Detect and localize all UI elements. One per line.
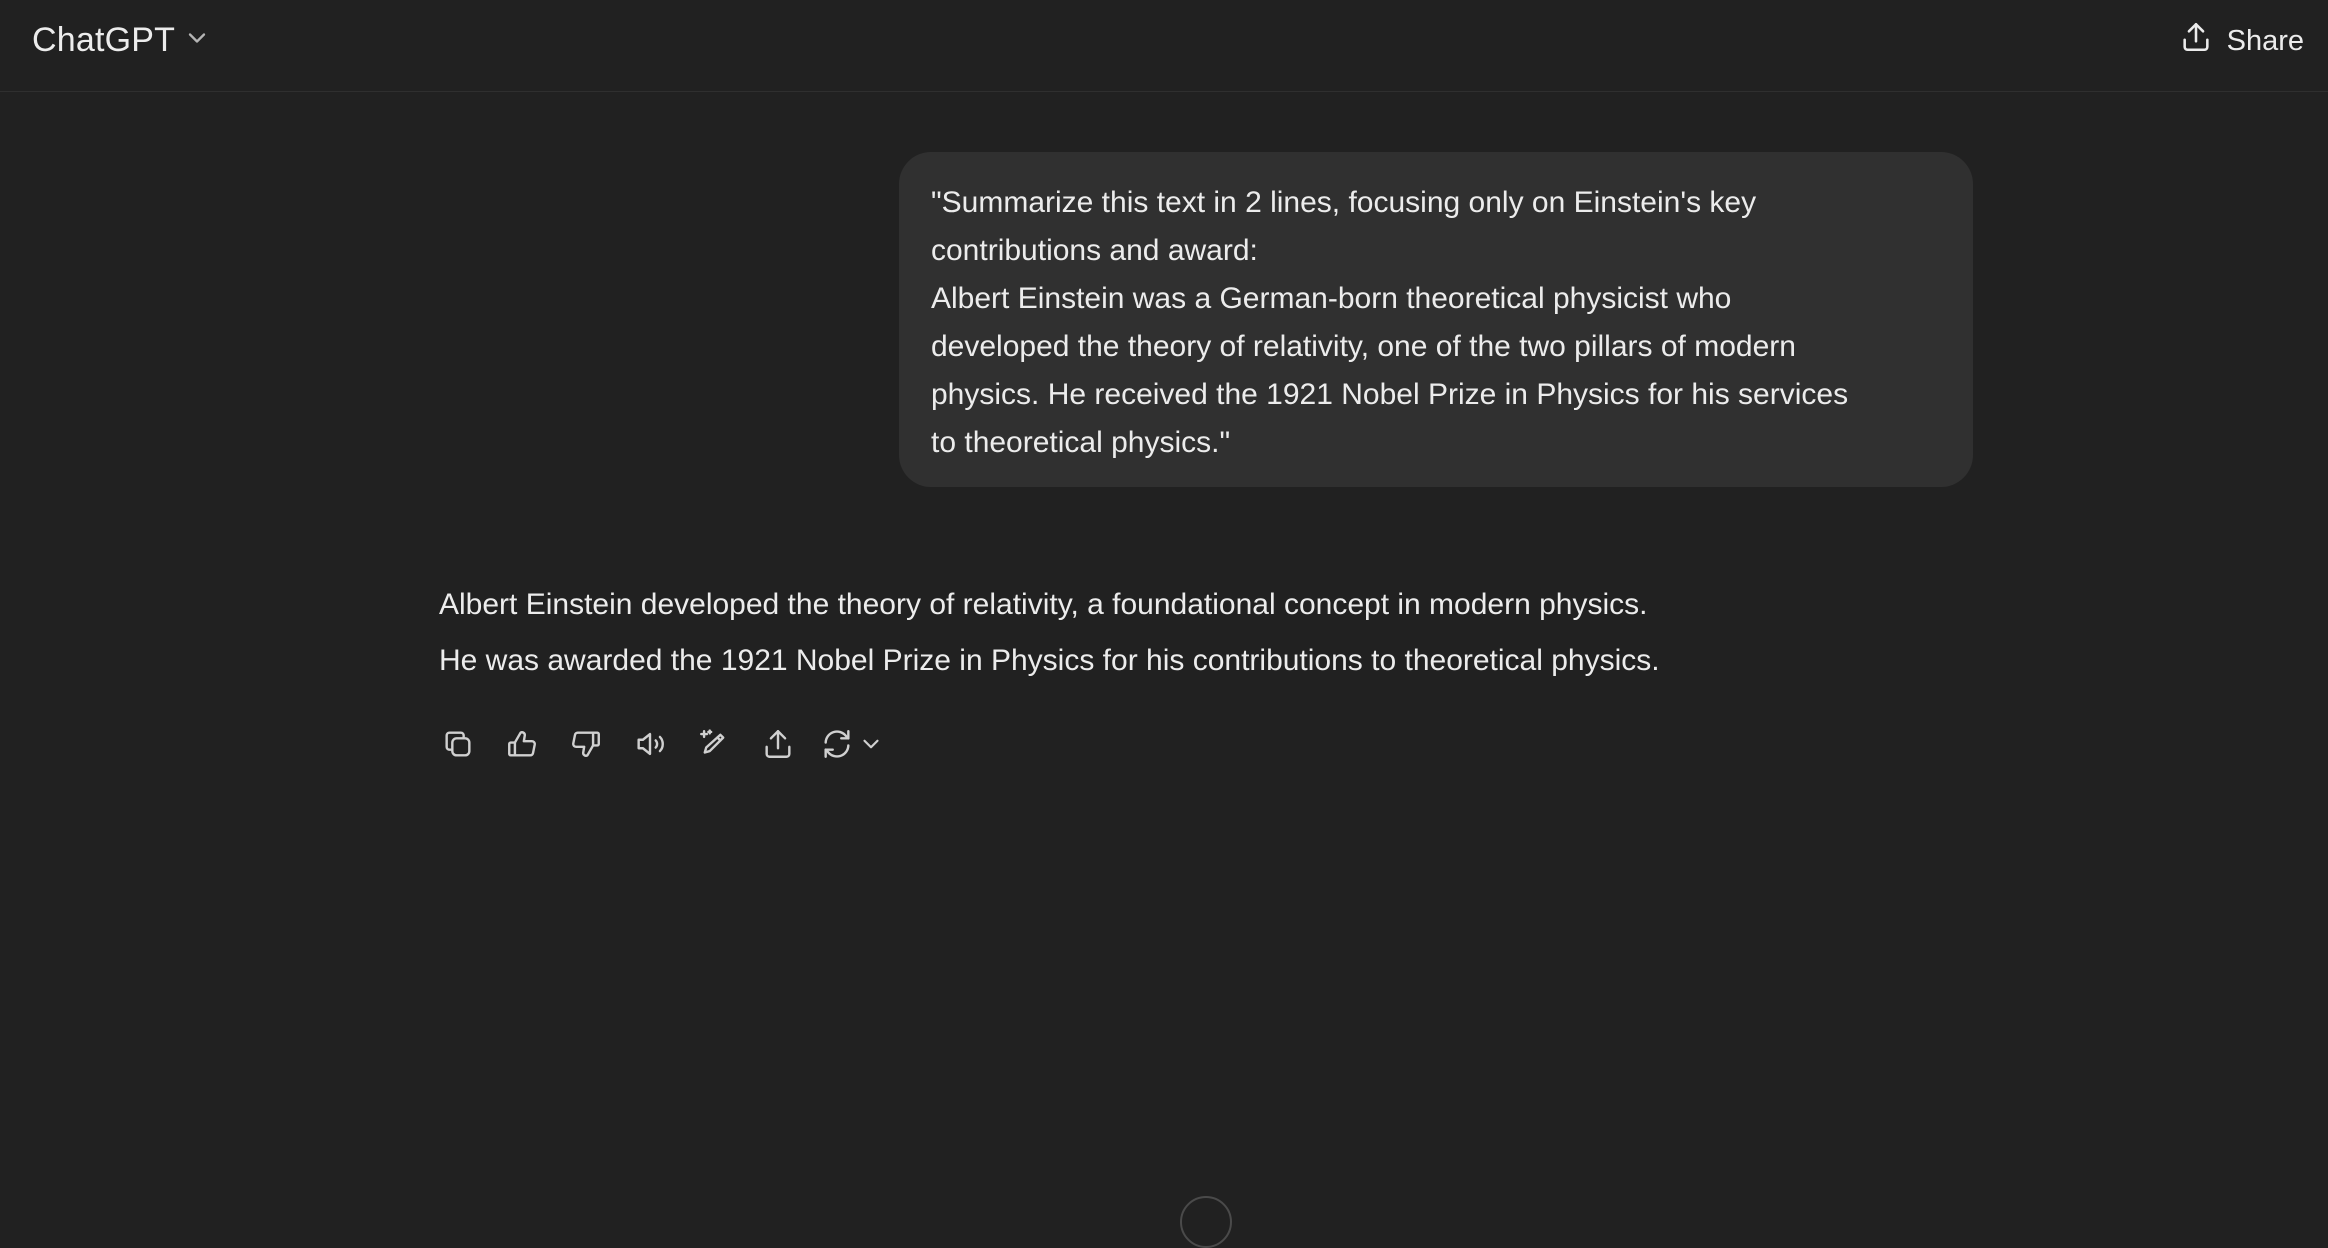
model-name: ChatGPT (32, 20, 176, 59)
edit-in-canvas-button[interactable] (692, 722, 736, 766)
assistant-line: Albert Einstein developed the theory of … (439, 588, 1648, 621)
bad-response-button[interactable] (564, 722, 608, 766)
share-button[interactable]: Share (2173, 16, 2310, 66)
copy-button[interactable] (436, 722, 480, 766)
copy-icon (445, 731, 471, 757)
good-response-button[interactable] (500, 722, 544, 766)
share-icon (2179, 20, 2213, 62)
thumbs-up-icon (508, 731, 536, 757)
read-aloud-button[interactable] (628, 722, 672, 766)
thumbs-down-icon (572, 731, 600, 757)
top-bar: ChatGPT Share (0, 0, 2328, 92)
read-aloud-icon (637, 732, 664, 756)
share-icon (765, 730, 791, 758)
regenerate-button[interactable] (820, 722, 884, 766)
model-switcher[interactable]: ChatGPT (20, 14, 223, 66)
edit-in-canvas-icon (700, 729, 725, 754)
assistant-message: Albert Einstein developed the theory of … (439, 577, 1939, 689)
share-label: Share (2226, 24, 2304, 57)
chevron-down-icon (183, 24, 211, 57)
scroll-to-bottom-button[interactable] (1180, 1196, 1232, 1248)
user-message-bubble: "Summarize this text in 2 lines, focusin… (899, 152, 1973, 487)
chevron-down-icon (863, 739, 879, 749)
assistant-line: He was awarded the 1921 Nobel Prize in P… (439, 644, 1660, 677)
message-actions (436, 722, 884, 766)
regenerate-icon (824, 730, 850, 758)
share-response-button[interactable] (756, 722, 800, 766)
